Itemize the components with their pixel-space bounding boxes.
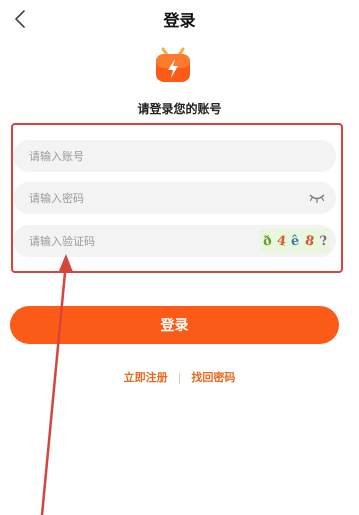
password-placeholder: 请输入密码 [29, 192, 84, 205]
account-placeholder: 请输入账号 [29, 150, 84, 163]
top-bar: 登录 [0, 0, 359, 40]
auth-links: 立即注册 | 找回密码 [0, 369, 359, 385]
captcha-placeholder: 请输入验证码 [29, 235, 95, 248]
captcha-char: ê [290, 233, 301, 249]
captcha-char: 4 [275, 232, 287, 250]
eye-closed-icon[interactable] [308, 192, 326, 204]
register-link[interactable]: 立即注册 [124, 369, 168, 385]
link-separator: | [177, 370, 182, 384]
forgot-password-link[interactable]: 找回密码 [191, 369, 235, 385]
captcha-image[interactable]: ð 4 ê 8 ? [260, 229, 330, 253]
login-button[interactable]: 登录 [10, 306, 339, 344]
captcha-char: 8 [303, 232, 316, 250]
app-logo [154, 46, 192, 86]
captcha-char: ð [261, 232, 273, 250]
login-subtitle: 请登录您的账号 [137, 102, 222, 116]
captcha-input[interactable]: 请输入验证码 ð 4 ê 8 ? [13, 225, 336, 257]
captcha-char: ? [318, 232, 329, 250]
password-input[interactable]: 请输入密码 [13, 182, 336, 214]
account-input[interactable]: 请输入账号 [13, 140, 336, 172]
tv-lightning-icon [156, 47, 190, 82]
page-title: 登录 [163, 11, 196, 30]
